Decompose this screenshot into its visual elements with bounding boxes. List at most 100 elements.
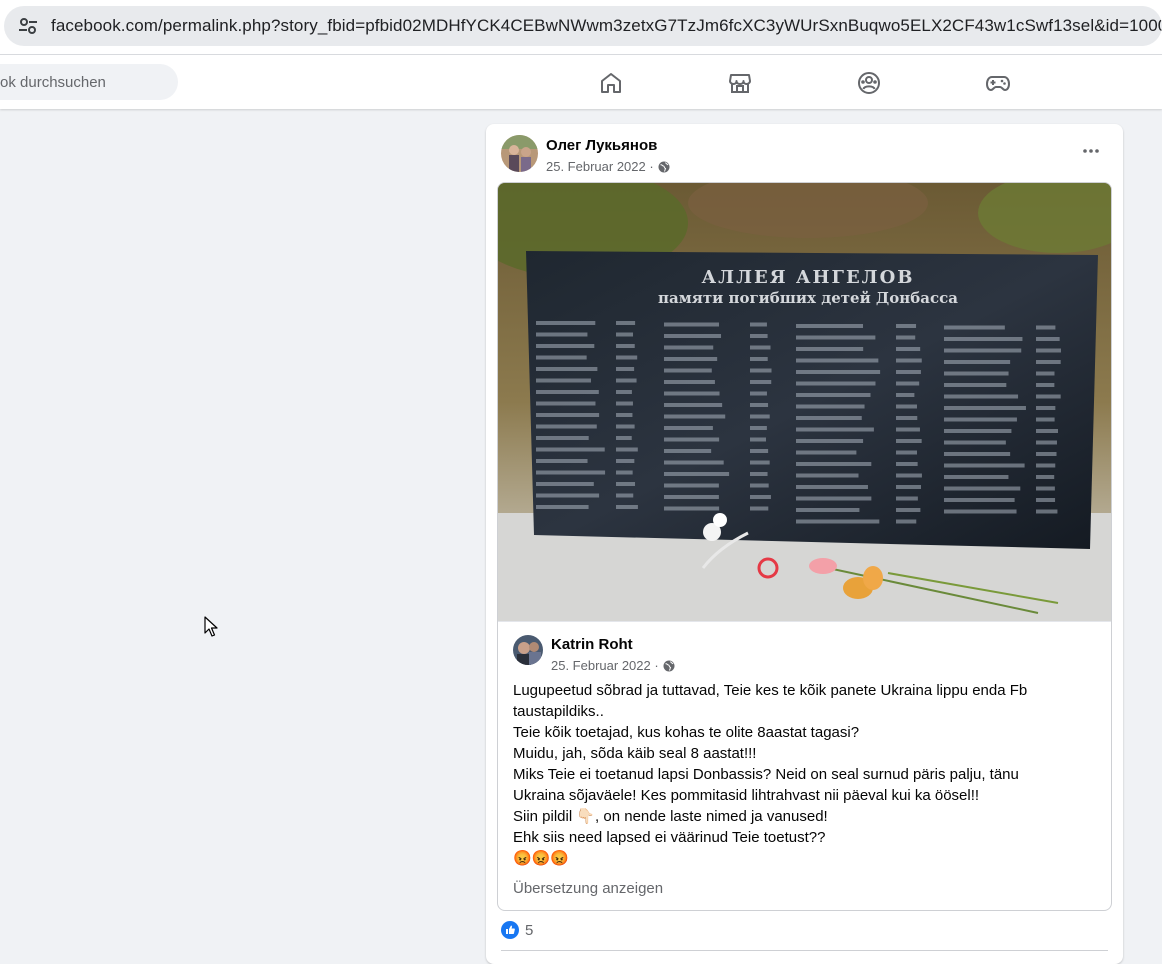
engraved-age-stroke: [750, 345, 771, 350]
engraved-name-stroke: [664, 391, 720, 396]
engraved-name-stroke: [796, 450, 857, 455]
engraved-name-stroke: [944, 429, 1012, 433]
engraved-age-stroke: [896, 416, 918, 420]
engraved-age-stroke: [1036, 337, 1060, 341]
engraved-age-stroke: [750, 449, 769, 453]
engraved-name-stroke: [944, 383, 1007, 387]
engraved-age-stroke: [750, 437, 766, 442]
engraved-name-stroke: [664, 495, 719, 499]
engraved-age-stroke: [750, 368, 772, 373]
memorial-photo[interactable]: АЛЛЕЯ АНГЕЛОВ памяти погибших детей Донб…: [498, 183, 1112, 621]
search-input[interactable]: ok durchsuchen: [0, 64, 178, 100]
engraved-name-stroke: [536, 390, 599, 394]
shared-author-name[interactable]: Katrin Roht: [551, 636, 633, 653]
engraved-age-stroke: [896, 370, 921, 374]
reactions-summary[interactable]: 5: [501, 921, 533, 939]
engraved-name-stroke: [944, 337, 1023, 341]
engraved-age-stroke: [1036, 452, 1057, 456]
engraved-name-stroke: [796, 427, 874, 432]
engraved-age-stroke: [896, 496, 918, 501]
engraved-age-stroke: [616, 482, 636, 486]
engraved-age-stroke: [896, 404, 917, 409]
engraved-age-stroke: [750, 391, 767, 396]
engraved-name-stroke: [796, 393, 871, 397]
engraved-age-stroke: [616, 332, 634, 337]
engraved-age-stroke: [616, 505, 638, 509]
engraved-age-stroke: [616, 447, 638, 452]
engraved-name-stroke: [664, 380, 715, 384]
engraved-name-stroke: [536, 321, 596, 325]
more-icon: [1083, 149, 1099, 153]
engraved-name-stroke: [664, 426, 713, 430]
engraved-name-stroke: [664, 437, 720, 442]
engraved-age-stroke: [750, 495, 771, 499]
url-text: facebook.com/permalink.php?story_fbid=pf…: [51, 16, 1162, 35]
engraved-name-stroke: [944, 440, 1006, 445]
shared-post[interactable]: АЛЛЕЯ АНГЕЛОВ памяти погибших детей Донб…: [497, 182, 1112, 911]
engraved-name-stroke: [536, 470, 606, 475]
author-name[interactable]: Олег Лукьянов: [546, 137, 657, 154]
engraved-name-stroke: [536, 459, 588, 463]
engraved-name-stroke: [796, 335, 876, 340]
reaction-count: 5: [525, 921, 534, 939]
engraved-name-stroke: [536, 436, 589, 440]
engraved-age-stroke: [616, 344, 635, 348]
post-text-line: Lugupeetud sõbrad ja tuttavad, Teie kes …: [513, 682, 1028, 699]
engraved-name-stroke: [944, 498, 1015, 502]
engraved-age-stroke: [750, 357, 768, 361]
mouse-cursor-icon: [204, 616, 218, 637]
engraved-age-stroke: [750, 322, 767, 327]
post-text-line: Ehk siis need lapsed ei väärinud Teie to…: [513, 829, 826, 846]
engraved-name-stroke: [944, 452, 1011, 456]
post-text-line: Miks Teie ei toetanud lapsi Donbassis? N…: [513, 766, 1019, 783]
engraved-name-stroke: [664, 403, 723, 407]
site-settings-icon[interactable]: [17, 15, 39, 37]
engraved-age-stroke: [1036, 417, 1055, 422]
address-bar[interactable]: facebook.com/permalink.php?story_fbid=pf…: [4, 6, 1162, 46]
engraved-name-stroke: [944, 486, 1021, 491]
see-translation-link[interactable]: Übersetzung anzeigen: [513, 880, 663, 897]
groups-icon[interactable]: [856, 70, 882, 96]
shared-author-avatar[interactable]: [513, 635, 543, 665]
home-icon[interactable]: [598, 70, 624, 96]
engraved-name-stroke: [944, 360, 1011, 364]
engraved-name-stroke: [796, 462, 872, 466]
engraved-name-stroke: [796, 496, 872, 501]
engraved-age-stroke: [616, 367, 635, 371]
more-options-button[interactable]: [1076, 138, 1106, 164]
engraved-name-stroke: [664, 483, 719, 488]
engraved-age-stroke: [750, 506, 769, 511]
engraved-name-stroke: [536, 482, 594, 486]
engraved-name-stroke: [944, 394, 1019, 399]
engraved-name-stroke: [664, 357, 718, 361]
engraved-name-stroke: [536, 332, 588, 337]
engraved-age-stroke: [896, 473, 922, 478]
engraved-age-stroke: [750, 483, 769, 488]
post-date-text[interactable]: 25. Februar 2022 ·: [546, 159, 654, 174]
post-text: Lugupeetud sõbrad ja tuttavad, Teie kes …: [513, 680, 1103, 869]
engraved-age-stroke: [896, 508, 921, 512]
author-avatar[interactable]: [501, 135, 538, 172]
plaque-subtitle: памяти погибших детей Донбасса: [658, 289, 958, 307]
engraved-age-stroke: [616, 470, 633, 475]
engraved-age-stroke: [896, 358, 922, 363]
marketplace-icon[interactable]: [727, 70, 753, 96]
engraved-name-stroke: [536, 378, 591, 383]
engraved-name-stroke: [944, 475, 1009, 479]
engraved-age-stroke: [896, 450, 918, 455]
post-text-line: Muidu, jah, sõda käib seal 8 aastat!!!: [513, 745, 757, 762]
engraved-name-stroke: [796, 416, 862, 420]
engraved-name-stroke: [664, 506, 720, 511]
shared-post-date-text[interactable]: 25. Februar 2022 ·: [551, 658, 659, 673]
post-card: Олег Лукьянов 25. Februar 2022 · АЛЛЕЯ А…: [486, 124, 1123, 964]
engraved-name-stroke: [796, 358, 879, 363]
engraved-name-stroke: [664, 414, 726, 419]
engraved-age-stroke: [1036, 498, 1056, 502]
gaming-icon[interactable]: [985, 70, 1011, 96]
engraved-age-stroke: [1036, 486, 1055, 491]
engraved-name-stroke: [944, 463, 1025, 468]
engraved-name-stroke: [536, 505, 589, 509]
engraved-age-stroke: [896, 519, 917, 524]
engraved-age-stroke: [616, 413, 633, 417]
engraved-name-stroke: [796, 473, 859, 478]
